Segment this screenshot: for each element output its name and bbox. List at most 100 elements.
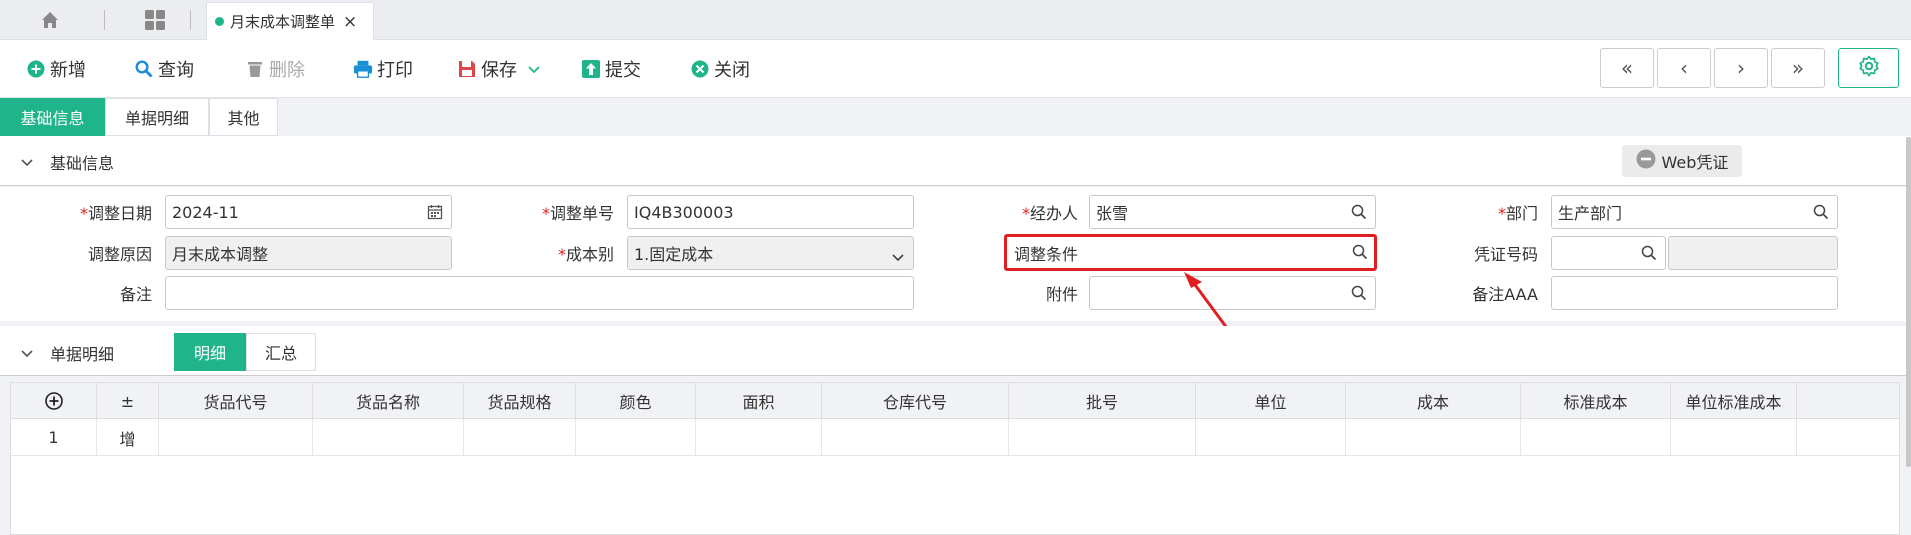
remark-aaa-field[interactable]: [1551, 276, 1838, 310]
basic-info-form: *调整日期 2024-11 *调整单号 IQ4B300003 *经办人 张雪 *…: [0, 187, 1911, 321]
tab-title: 月末成本调整单: [230, 13, 336, 31]
highlight-box: [1004, 234, 1377, 271]
upload-icon: [581, 59, 601, 79]
search-icon[interactable]: [1351, 285, 1367, 305]
table-row[interactable]: 1 增: [11, 419, 1899, 456]
save-icon: [457, 59, 477, 79]
trash-icon: [245, 59, 265, 79]
row-number: 1: [11, 419, 97, 456]
column-header[interactable]: 货品名称: [313, 383, 464, 419]
grid-cell[interactable]: [1346, 419, 1521, 456]
submit-button[interactable]: 提交: [581, 56, 641, 82]
search-icon[interactable]: [1641, 245, 1657, 265]
row-add-action[interactable]: 增: [97, 419, 159, 456]
adjust-date-value: 2024-11: [172, 202, 239, 222]
query-label: 查询: [158, 60, 194, 81]
dept-label: *部门: [1480, 200, 1538, 224]
prev-record-button[interactable]: ‹: [1657, 48, 1711, 88]
voucher-label: 凭证号码: [1473, 245, 1538, 264]
voucher-field[interactable]: [1551, 236, 1666, 270]
new-button[interactable]: 新增: [26, 56, 86, 82]
new-label: 新增: [50, 60, 86, 81]
minus-circle-icon: [1636, 149, 1656, 173]
grid-cell[interactable]: [1009, 419, 1196, 456]
home-icon[interactable]: [36, 8, 64, 32]
column-header[interactable]: 单位标准成本: [1671, 383, 1797, 419]
delete-button[interactable]: 删除: [245, 56, 305, 82]
query-button[interactable]: 查询: [134, 56, 194, 82]
required-mark: *: [541, 204, 550, 223]
reason-field[interactable]: 月末成本调整: [165, 236, 452, 270]
tab-other[interactable]: 其他: [209, 98, 278, 136]
grid-cell[interactable]: [313, 419, 464, 456]
last-record-button[interactable]: »: [1771, 48, 1825, 88]
grid-cell[interactable]: [159, 419, 313, 456]
remark-field[interactable]: [165, 276, 914, 310]
next-record-button[interactable]: ›: [1714, 48, 1768, 88]
voucher-readonly-field: [1668, 236, 1838, 270]
column-header[interactable]: 仓库代号: [822, 383, 1009, 419]
save-button[interactable]: 保存: [457, 56, 541, 82]
tab-basic-info[interactable]: 基础信息: [0, 98, 105, 136]
grid-cell[interactable]: [464, 419, 576, 456]
tab-monthly-cost-adjustment[interactable]: 月末成本调整单 ×: [206, 2, 374, 40]
close-tab-icon[interactable]: ×: [343, 12, 357, 32]
adjust-date-field[interactable]: 2024-11: [165, 195, 452, 229]
adjust-no-field[interactable]: IQ4B300003: [627, 195, 914, 229]
required-mark: *: [79, 204, 88, 223]
handler-field[interactable]: 张雪: [1089, 195, 1376, 229]
chevron-down-icon[interactable]: [20, 154, 34, 172]
column-header[interactable]: 成本: [1346, 383, 1521, 419]
gear-icon: [1858, 55, 1880, 81]
column-header[interactable]: 标准成本: [1521, 383, 1671, 419]
tab-divider: [104, 10, 105, 30]
save-label: 保存: [481, 60, 517, 81]
required-mark: *: [1021, 204, 1030, 223]
search-icon[interactable]: [1351, 204, 1367, 224]
column-header[interactable]: 批号: [1009, 383, 1196, 419]
cost-type-select[interactable]: 1.固定成本: [627, 236, 914, 270]
column-header[interactable]: 颜色: [576, 383, 696, 419]
remark-label: 备注: [119, 285, 152, 304]
cost-type-label: *成本别: [530, 241, 614, 265]
grid-cell[interactable]: [1521, 419, 1671, 456]
dept-value: 生产部门: [1558, 204, 1623, 223]
adjust-no-label-text: 调整单号: [549, 204, 614, 223]
column-header[interactable]: 货品代号: [159, 383, 313, 419]
grid-cell[interactable]: [1671, 419, 1797, 456]
tab-line-items[interactable]: 明细: [174, 333, 246, 371]
adjust-date-label: *调整日期: [70, 200, 152, 224]
web-voucher-button[interactable]: Web凭证: [1622, 145, 1742, 177]
calendar-icon[interactable]: [427, 204, 443, 224]
settings-button[interactable]: [1838, 48, 1899, 88]
column-header[interactable]: 货品规格: [464, 383, 576, 419]
dept-field[interactable]: 生产部门: [1551, 195, 1838, 229]
printer-icon: [353, 59, 373, 79]
chevron-down-icon[interactable]: [20, 345, 34, 363]
tab-detail[interactable]: 单据明细: [105, 98, 209, 136]
chevron-down-icon[interactable]: [891, 248, 905, 267]
grid-cell[interactable]: [576, 419, 696, 456]
search-icon: [134, 59, 154, 79]
add-row-button[interactable]: [11, 383, 97, 419]
column-header[interactable]: 面积: [696, 383, 822, 419]
required-mark: *: [557, 245, 566, 264]
print-button[interactable]: 打印: [353, 56, 413, 82]
toolbar: 新增 查询 删除 打印 保存 提交 关闭 « ‹ › »: [0, 40, 1911, 98]
vertical-scrollbar[interactable]: [1906, 137, 1911, 467]
tab-summary[interactable]: 汇总: [246, 333, 316, 371]
chevron-down-icon[interactable]: [527, 59, 541, 80]
first-record-button[interactable]: «: [1600, 48, 1654, 88]
section-title: 基础信息: [50, 154, 115, 173]
apps-grid-icon[interactable]: [142, 8, 168, 32]
grid-cell[interactable]: [822, 419, 1009, 456]
grid-cell[interactable]: [1196, 419, 1346, 456]
close-button[interactable]: 关闭: [690, 56, 750, 82]
grid-header: ± 货品代号 货品名称 货品规格 颜色 面积 仓库代号 批号 单位 成本 标准成…: [11, 383, 1899, 419]
reason-value: 月末成本调整: [172, 245, 269, 264]
grid-cell[interactable]: [696, 419, 822, 456]
tab-divider: [190, 10, 191, 30]
search-icon[interactable]: [1813, 204, 1829, 224]
column-header[interactable]: 单位: [1196, 383, 1346, 419]
close-label: 关闭: [714, 60, 750, 81]
